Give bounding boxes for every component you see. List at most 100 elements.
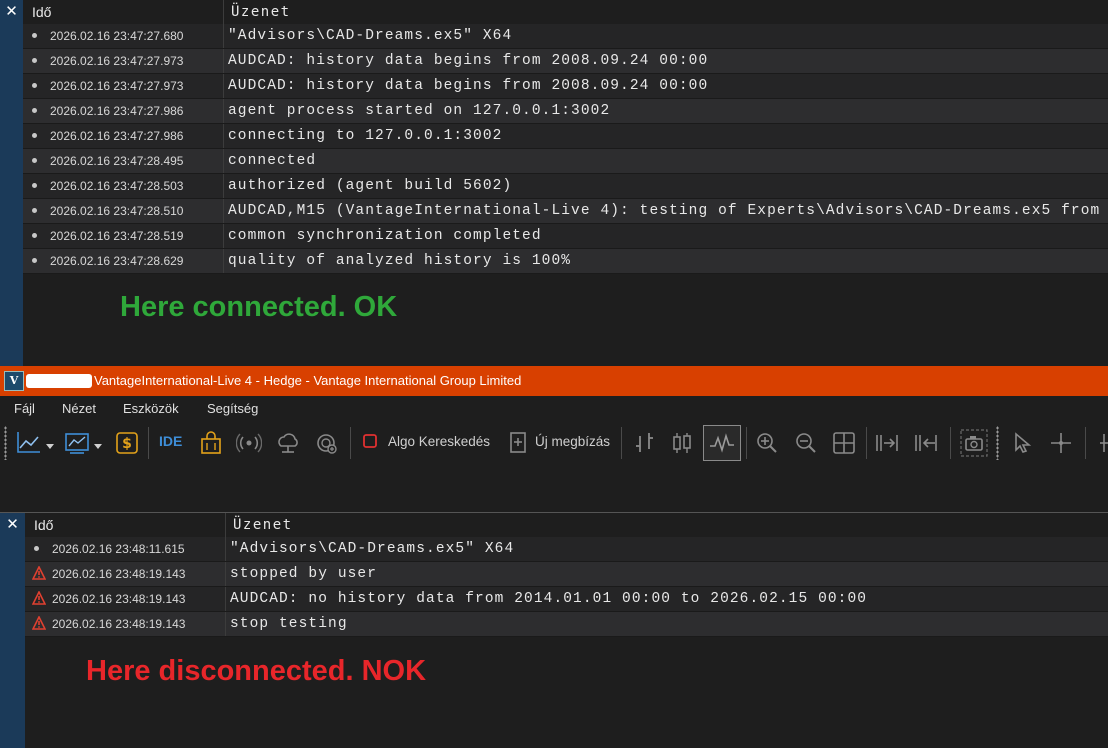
cursor-icon[interactable] bbox=[1010, 430, 1036, 456]
chart-shift-icon[interactable] bbox=[913, 430, 939, 456]
log-time: 2026.02.16 23:48:11.615 bbox=[52, 542, 185, 556]
column-header-message[interactable]: Üzenet bbox=[231, 4, 291, 20]
column-divider bbox=[223, 199, 224, 223]
menu-help[interactable]: Segítség bbox=[207, 401, 258, 416]
menu-file[interactable]: Fájl bbox=[14, 401, 35, 416]
column-divider bbox=[225, 587, 226, 611]
log-time: 2026.02.16 23:47:27.973 bbox=[50, 79, 184, 93]
journal-side-strip bbox=[0, 0, 23, 366]
grid-icon[interactable] bbox=[831, 430, 857, 456]
column-header-time[interactable]: Idő bbox=[34, 517, 53, 533]
info-bullet-icon bbox=[32, 208, 37, 213]
info-bullet-icon bbox=[32, 133, 37, 138]
log-message: AUDCAD,M15 (VantageInternational-Live 4)… bbox=[228, 203, 1101, 219]
column-divider bbox=[223, 224, 224, 248]
chart-template-icon[interactable] bbox=[64, 430, 106, 456]
toolbar-grip[interactable] bbox=[996, 426, 999, 460]
main-toolbar: $ IDE Algo Kereskedés Új megbízás bbox=[0, 422, 1108, 466]
log-message: stop testing bbox=[230, 616, 348, 632]
toolbar-overflow-icon[interactable] bbox=[1098, 432, 1108, 454]
log-time: 2026.02.16 23:47:27.973 bbox=[50, 54, 184, 68]
candle-chart-icon[interactable] bbox=[669, 430, 695, 456]
log-time: 2026.02.16 23:47:28.629 bbox=[50, 254, 184, 268]
toolbar-separator bbox=[1085, 427, 1086, 459]
log-message: AUDCAD: history data begins from 2008.09… bbox=[228, 53, 709, 69]
zoom-out-icon[interactable] bbox=[793, 430, 819, 456]
column-header-time[interactable]: Idő bbox=[32, 4, 51, 20]
info-bullet-icon bbox=[32, 183, 37, 188]
warning-icon bbox=[31, 590, 47, 605]
log-message: AUDCAD: history data begins from 2008.09… bbox=[228, 78, 709, 94]
journal-close-icon[interactable]: ✕ bbox=[0, 0, 23, 22]
ide-icon[interactable]: IDE bbox=[159, 433, 182, 449]
toolbar-grip[interactable] bbox=[4, 426, 7, 460]
log-row[interactable]: 2026.02.16 23:47:28.495 connected bbox=[23, 149, 1108, 174]
log-time: 2026.02.16 23:48:19.143 bbox=[52, 617, 186, 631]
signals-icon[interactable] bbox=[235, 430, 263, 456]
window-title-bar[interactable]: V VantageInternational-Live 4 - Hedge - … bbox=[0, 366, 1108, 396]
warning-icon bbox=[31, 565, 47, 580]
app-logo-icon: V bbox=[4, 371, 24, 391]
journal-side-strip bbox=[0, 513, 25, 748]
log-message: authorized (agent build 5602) bbox=[228, 178, 513, 194]
info-bullet-icon bbox=[34, 546, 39, 551]
annotation-connected: Here connected. OK bbox=[120, 291, 398, 323]
cloud-icon[interactable] bbox=[275, 430, 301, 456]
journal-close-icon[interactable]: ✕ bbox=[0, 513, 25, 535]
info-bullet-icon bbox=[32, 58, 37, 63]
log-row[interactable]: 2026.02.16 23:47:27.680 "Advisors\CAD-Dre… bbox=[23, 24, 1108, 49]
log-row[interactable]: 2026.02.16 23:47:28.519 common synchroniz… bbox=[23, 224, 1108, 249]
new-order-button[interactable]: Új megbízás bbox=[535, 434, 610, 449]
log-message: "Advisors\CAD-Dreams.ex5" X64 bbox=[228, 28, 513, 44]
vps-icon[interactable] bbox=[314, 430, 340, 456]
log-row[interactable]: 2026.02.16 23:47:28.503 authorized (agent… bbox=[23, 174, 1108, 199]
log-row[interactable]: 2026.02.16 23:47:27.973 AUDCAD: history d… bbox=[23, 49, 1108, 74]
toolbar-separator bbox=[148, 427, 149, 459]
column-divider[interactable] bbox=[223, 0, 224, 24]
column-divider bbox=[223, 174, 224, 198]
log-time: 2026.02.16 23:48:19.143 bbox=[52, 567, 186, 581]
column-divider bbox=[223, 124, 224, 148]
toolbar-separator bbox=[866, 427, 867, 459]
log-message: AUDCAD: no history data from 2014.01.01 … bbox=[230, 591, 868, 607]
log-time: 2026.02.16 23:47:28.510 bbox=[50, 204, 184, 218]
log-row[interactable]: 2026.02.16 23:47:28.629 quality of analyz… bbox=[23, 249, 1108, 274]
journal-header: Idő Üzenet bbox=[25, 513, 1108, 537]
crosshair-icon[interactable] bbox=[1048, 430, 1074, 456]
info-bullet-icon bbox=[32, 83, 37, 88]
info-bullet-icon bbox=[32, 108, 37, 113]
new-order-icon bbox=[507, 430, 533, 456]
dollar-icon[interactable]: $ bbox=[114, 430, 140, 456]
log-row[interactable]: 2026.02.16 23:47:28.510 AUDCAD,M15 (Vanta… bbox=[23, 199, 1108, 224]
toolbar-separator bbox=[950, 427, 951, 459]
market-bag-icon[interactable] bbox=[198, 430, 224, 456]
window-title: VantageInternational-Live 4 - Hedge - Va… bbox=[94, 373, 522, 388]
bar-chart-icon[interactable] bbox=[631, 430, 657, 456]
log-row[interactable]: 2026.02.16 23:48:19.143 AUDCAD: no histor… bbox=[25, 587, 1108, 612]
log-row[interactable]: 2026.02.16 23:48:19.143 stopped by user bbox=[25, 562, 1108, 587]
journal-panel-top: Idő Üzenet 2026.02.16 23:47:27.680 "Advis… bbox=[23, 0, 1108, 366]
autoscroll-icon[interactable] bbox=[874, 430, 900, 456]
log-message: agent process started on 127.0.0.1:3002 bbox=[228, 103, 611, 119]
log-row[interactable]: 2026.02.16 23:47:27.986 agent process sta… bbox=[23, 99, 1108, 124]
log-row[interactable]: 2026.02.16 23:47:27.973 AUDCAD: history d… bbox=[23, 74, 1108, 99]
column-header-message[interactable]: Üzenet bbox=[233, 517, 293, 533]
screenshot-icon[interactable] bbox=[959, 428, 989, 458]
log-time: 2026.02.16 23:47:27.986 bbox=[50, 129, 184, 143]
line-chart-icon[interactable] bbox=[16, 430, 56, 456]
line-wave-icon[interactable] bbox=[703, 425, 741, 461]
menu-view[interactable]: Nézet bbox=[62, 401, 96, 416]
annotation-disconnected: Here disconnected. NOK bbox=[86, 655, 427, 687]
log-row[interactable]: 2026.02.16 23:48:19.143 stop testing bbox=[25, 612, 1108, 637]
menu-tools[interactable]: Eszközök bbox=[123, 401, 179, 416]
column-divider[interactable] bbox=[225, 513, 226, 537]
log-row[interactable]: 2026.02.16 23:47:27.986 connecting to 127… bbox=[23, 124, 1108, 149]
algo-trading-button[interactable]: Algo Kereskedés bbox=[388, 434, 490, 449]
zoom-in-icon[interactable] bbox=[754, 430, 780, 456]
log-time: 2026.02.16 23:48:19.143 bbox=[52, 592, 186, 606]
warning-icon bbox=[31, 615, 47, 630]
info-bullet-icon bbox=[32, 258, 37, 263]
log-row[interactable]: 2026.02.16 23:48:11.615 "Advisors\CAD-Dre… bbox=[25, 537, 1108, 562]
log-time: 2026.02.16 23:47:28.495 bbox=[50, 154, 184, 168]
column-divider bbox=[223, 249, 224, 273]
